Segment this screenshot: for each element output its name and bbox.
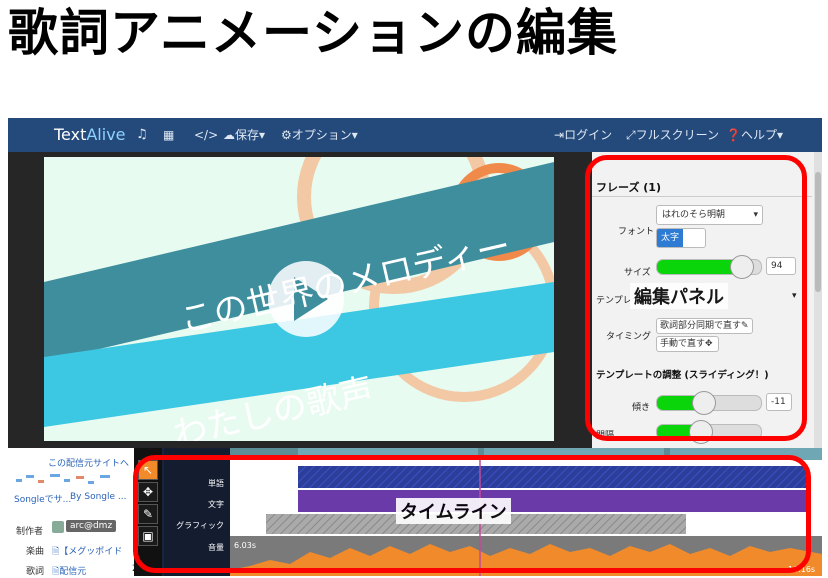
login-icon: ⇥	[554, 128, 565, 142]
songle-widget[interactable]	[14, 470, 124, 484]
song-link[interactable]: 🗎【メグッポイド	[52, 544, 122, 560]
timeline-callout: タイムライン	[396, 498, 511, 524]
songle-link-1[interactable]: Songleでサ...	[14, 492, 71, 505]
help-menu[interactable]: ❓ヘルプ▾	[726, 118, 783, 152]
lyric-video-preview[interactable]: この世界のメロディー わたしの歌声	[44, 118, 559, 455]
songle-bars	[16, 474, 110, 484]
panel-scrollbar[interactable]	[814, 152, 822, 448]
source-site-link[interactable]: この配信元サイトへ	[48, 456, 129, 469]
code-icon[interactable]: </>	[194, 118, 218, 152]
options-label: オプション	[291, 128, 352, 142]
brand-logo[interactable]: TextAlive	[54, 118, 126, 152]
fullscreen-label: フルスクリーン	[635, 128, 720, 142]
lyrics-value: 配信元	[59, 567, 87, 576]
login-link[interactable]: ⇥ログイン	[554, 118, 612, 152]
question-icon: ❓	[726, 128, 741, 142]
save-menu[interactable]: ☁保存▾	[223, 118, 265, 152]
cloud-upload-icon: ☁	[223, 128, 235, 142]
fullscreen-link[interactable]: ⤢フルスクリーン	[626, 118, 719, 152]
gear-icon: ⚙	[281, 128, 292, 142]
panel-scrollbar-thumb[interactable]	[815, 172, 821, 292]
film-icon[interactable]: ▦	[163, 118, 174, 152]
navbar: TextAlive ♫ ▦ </> ☁保存▾ ⚙オプション▾ ⇥ログイン ⤢フル…	[8, 118, 822, 152]
help-label: ヘルプ	[740, 128, 777, 142]
page-title: 歌詞アニメーションの編集	[8, 4, 618, 62]
options-menu[interactable]: ⚙オプション▾	[281, 118, 358, 152]
creator-label: 制作者	[16, 527, 44, 537]
stage-area: この世界のメロディー わたしの歌声	[8, 118, 592, 455]
songle-link-2[interactable]: By Songle ...	[70, 492, 126, 502]
creator-badge[interactable]: arc@dmz	[66, 520, 117, 532]
login-label: ログイン	[564, 128, 613, 142]
expand-icon: ⤢	[626, 128, 636, 142]
music-icon[interactable]: ♫	[136, 118, 148, 152]
edit-panel-callout: 編集パネル	[630, 283, 728, 309]
lyrics-link[interactable]: 🗎配信元	[52, 564, 86, 576]
song-value: 【メグッポイド	[59, 547, 123, 557]
avatar	[52, 521, 64, 533]
brand-text: Text	[54, 125, 87, 144]
save-label: 保存	[235, 128, 260, 142]
brand-text-accent: Alive	[86, 125, 126, 144]
lyrics-label: 歌詞	[26, 567, 45, 576]
video-canvas: この世界のメロディー わたしの歌声	[44, 118, 559, 455]
song-label: 楽曲	[26, 547, 45, 557]
